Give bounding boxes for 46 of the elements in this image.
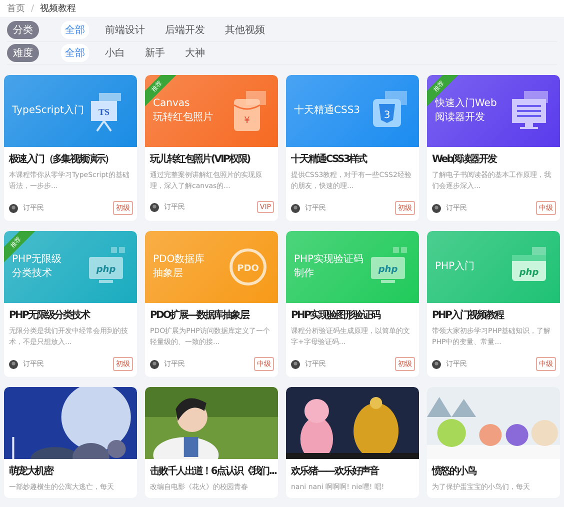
avatar-icon xyxy=(291,360,300,368)
filter-label: 分类 xyxy=(7,21,39,39)
filter-option[interactable]: 后端开发 xyxy=(161,21,209,39)
breadcrumb-link[interactable]: 首页 xyxy=(7,2,25,15)
banner-title: 制作 xyxy=(294,267,315,281)
banner-title: PHP无限级 xyxy=(12,252,62,266)
filter-option[interactable]: 大神 xyxy=(181,44,209,62)
avatar-icon xyxy=(150,360,159,368)
filter-option[interactable]: 前端设计 xyxy=(101,21,149,39)
course-title: 十天精通CSS3样式 xyxy=(291,153,366,166)
banner-title: 玩转红包照片 xyxy=(153,111,213,125)
course-title: PHP无限级分类技术 xyxy=(9,309,90,322)
filter-option[interactable]: 新手 xyxy=(141,44,169,62)
banner-title: PHP实现验证码 xyxy=(294,252,364,266)
avatar-icon xyxy=(9,360,18,368)
banner-title: 抽象层 xyxy=(153,267,184,281)
banner-title: TypeScript入门 xyxy=(12,104,84,118)
banner-title: PDO数据库 xyxy=(153,252,205,266)
banner-title: 阅读器开发 xyxy=(435,111,486,125)
course-title: 萌宠大机密 xyxy=(9,465,53,478)
course-title: PHP入门视频教程 xyxy=(432,309,504,322)
avatar-icon xyxy=(9,204,18,212)
banner-title: 分类技术 xyxy=(12,267,53,281)
banner-title: 快速入门Web xyxy=(435,96,497,110)
course-title: 击败千人出道！6点认识《我们... xyxy=(150,465,276,478)
banner-title: Canvas xyxy=(153,96,191,110)
course-title: 极速入门（多集视频演示） xyxy=(9,153,114,166)
filter-label: 难度 xyxy=(7,44,39,62)
avatar-icon xyxy=(432,204,441,212)
filter-option[interactable]: 全部 xyxy=(61,44,89,62)
filter-option[interactable]: 全部 xyxy=(61,21,89,39)
avatar-icon xyxy=(432,360,441,368)
banner-title: 十天精通CSS3 xyxy=(294,104,360,118)
breadcrumb-separator: / xyxy=(31,4,34,14)
course-title: 欢乐猪——欢乐好声音 xyxy=(291,465,378,478)
avatar-icon xyxy=(150,202,159,212)
filter-option[interactable]: 小白 xyxy=(101,44,129,62)
avatar-icon xyxy=(291,204,300,212)
course-title: 愤怒的小鸟 xyxy=(432,465,476,478)
breadcrumb-link[interactable]: 视频教程 xyxy=(40,2,76,15)
banner-title: PHP入门 xyxy=(435,260,475,274)
course-title: PDO扩展—数据库抽象层 xyxy=(150,309,249,322)
course-title: PHP实现验图形验证码 xyxy=(291,309,380,322)
course-title: 玩儿转红包照片(VIP权限) xyxy=(150,153,250,166)
course-title: Web阅读器开发 xyxy=(432,153,496,166)
filter-option[interactable]: 其他视频 xyxy=(221,21,269,39)
